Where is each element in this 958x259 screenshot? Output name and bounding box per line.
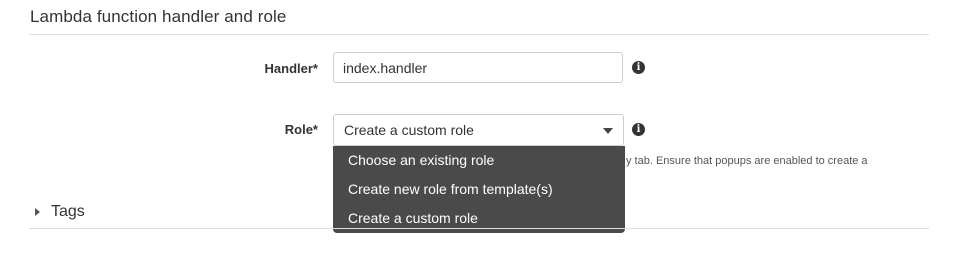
role-selected-value: Create a custom role bbox=[344, 122, 474, 138]
caret-right-icon bbox=[35, 208, 40, 216]
option-create-custom-role[interactable]: Create a custom role bbox=[333, 208, 625, 237]
section-title: Lambda function handler and role bbox=[30, 7, 287, 26]
role-label: Role* bbox=[284, 122, 318, 137]
role-dropdown-menu: Choose an existing role Create new role … bbox=[333, 146, 625, 233]
section-divider bbox=[29, 34, 929, 35]
role-helper-text: y tab. Ensure that popups are enabled to… bbox=[626, 155, 868, 167]
handler-input[interactable] bbox=[333, 52, 623, 83]
tags-divider bbox=[29, 228, 929, 229]
option-choose-existing-role[interactable]: Choose an existing role bbox=[333, 150, 625, 179]
role-select[interactable]: Create a custom role bbox=[333, 114, 624, 146]
chevron-down-icon bbox=[603, 128, 613, 134]
handler-label: Handler* bbox=[264, 61, 318, 76]
info-icon[interactable]: i bbox=[632, 61, 645, 74]
lambda-handler-role-panel: Lambda function handler and role Handler… bbox=[0, 0, 958, 259]
info-icon[interactable]: i bbox=[632, 123, 645, 136]
option-create-role-from-template[interactable]: Create new role from template(s) bbox=[333, 179, 625, 208]
tags-label: Tags bbox=[51, 203, 85, 220]
